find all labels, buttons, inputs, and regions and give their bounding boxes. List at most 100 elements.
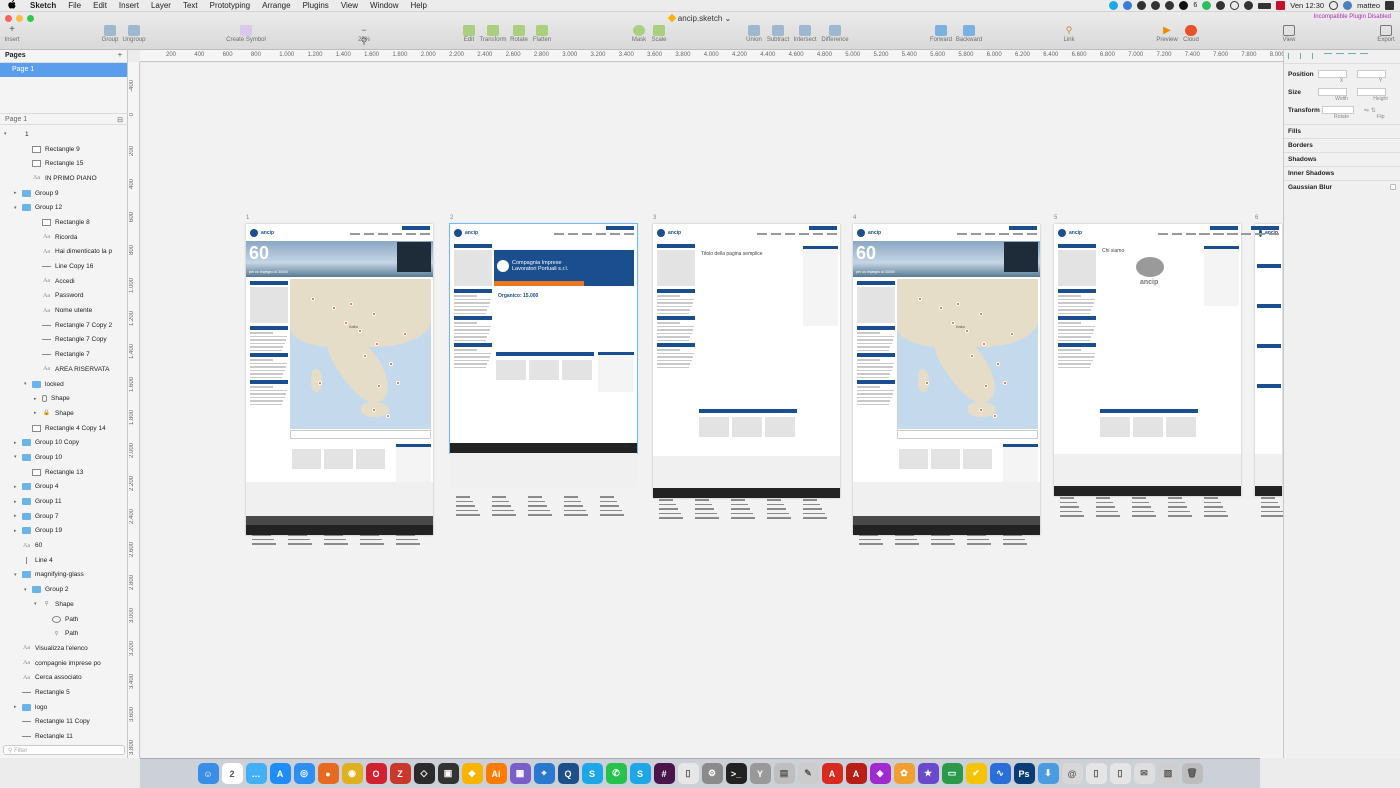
mail-stack-icon[interactable]: ✉: [1133, 763, 1155, 784]
layer-item[interactable]: ▾ 1: [0, 127, 128, 142]
downloads-icon[interactable]: ⬇: [1037, 763, 1059, 784]
layer-item[interactable]: ▸ Group 11: [0, 494, 128, 509]
docs-2-icon[interactable]: ▯: [1109, 763, 1131, 784]
artboard-page[interactable]: ancip Titolo della pagina semplice: [653, 224, 840, 519]
menu-edit[interactable]: Edit: [87, 1, 113, 10]
menu-arrange[interactable]: Arrange: [256, 1, 296, 10]
width-input[interactable]: [1318, 88, 1348, 96]
menu-help[interactable]: Help: [404, 1, 432, 10]
layer-item[interactable]: Rectangle 11: [0, 729, 128, 739]
layer-item[interactable]: Rectangle 7: [0, 347, 128, 362]
align-bottom-icon[interactable]: [1348, 53, 1356, 59]
news-card[interactable]: [1100, 417, 1130, 437]
layer-item[interactable]: ▸ 🔒 Shape: [0, 406, 128, 421]
layer-item[interactable]: Aa Nome utente: [0, 303, 128, 318]
layer-item[interactable]: Rectangle 13: [0, 465, 128, 480]
mail-icon[interactable]: @: [1061, 763, 1083, 784]
news-card[interactable]: [931, 449, 960, 469]
terminal-alt-icon[interactable]: ▣: [437, 763, 459, 784]
layer-item[interactable]: Path: [0, 612, 128, 627]
map-pin-icon[interactable]: [995, 361, 1000, 366]
news-card[interactable]: [699, 417, 729, 437]
layer-item[interactable]: ▾ ⚲ Shape: [0, 597, 128, 612]
whatsapp-icon[interactable]: ✆: [605, 763, 627, 784]
mail-status-icon[interactable]: [1216, 1, 1226, 10]
artboard-home[interactable]: ancip 60 per un impegno di 30000 Italia: [246, 224, 433, 545]
rotate-input[interactable]: [1322, 106, 1354, 114]
search-bar[interactable]: [290, 430, 431, 439]
artboard-about[interactable]: ancip Chi siamo ancip: [1054, 224, 1241, 517]
layer-item[interactable]: Rectangle 8: [0, 215, 128, 230]
map-pin-icon[interactable]: [978, 312, 983, 316]
layer-item[interactable]: Aa Ricorda: [0, 230, 128, 245]
layer-item[interactable]: ▸ Group 10 Copy: [0, 435, 128, 450]
firefox-icon[interactable]: ●: [317, 763, 339, 784]
affinity-icon[interactable]: ◈: [869, 763, 891, 784]
wifi-icon[interactable]: [1230, 1, 1240, 10]
add-page-icon[interactable]: +: [118, 52, 122, 60]
filezilla-icon[interactable]: Z: [389, 763, 411, 784]
backward-button[interactable]: Backward: [949, 25, 989, 43]
login-box[interactable]: [397, 242, 431, 272]
box-icon[interactable]: ▦: [509, 763, 531, 784]
layer-item[interactable]: ▸ Group 9: [0, 186, 128, 201]
calendar-icon[interactable]: 2: [221, 763, 243, 784]
news-card[interactable]: [356, 449, 385, 469]
menu-file[interactable]: File: [62, 1, 87, 10]
map-pin-icon[interactable]: [343, 321, 348, 325]
news-card[interactable]: [496, 360, 526, 380]
layer-item[interactable]: Rectangle 4 Copy 14: [0, 421, 128, 436]
search-bar[interactable]: [897, 430, 1038, 439]
borders-section[interactable]: Borders: [1284, 138, 1400, 152]
gear-status-icon[interactable]: [1165, 1, 1175, 10]
layer-item[interactable]: Line Copy 16: [0, 259, 128, 274]
disclosure-arrow-icon[interactable]: ▸: [14, 440, 22, 446]
disclosure-arrow-icon[interactable]: ▸: [14, 499, 22, 505]
user-avatar[interactable]: [1343, 1, 1353, 10]
layer-item[interactable]: Rectangle 7 Copy: [0, 333, 128, 348]
preview-icon[interactable]: ▯: [677, 763, 699, 784]
layer-item[interactable]: Aa Password: [0, 289, 128, 304]
news-card[interactable]: [899, 449, 928, 469]
news-card[interactable]: [292, 449, 321, 469]
map-pin-icon[interactable]: [349, 301, 354, 306]
check-status-icon[interactable]: [1151, 1, 1161, 10]
menu-insert[interactable]: Insert: [113, 1, 145, 10]
difference-button[interactable]: Difference: [815, 25, 855, 43]
notes-icon[interactable]: ▤: [773, 763, 795, 784]
layer-item[interactable]: ▸ logo: [0, 700, 128, 715]
sketch-icon[interactable]: ◆: [461, 763, 483, 784]
x-input[interactable]: [1318, 70, 1348, 78]
imovie-icon[interactable]: ★: [917, 763, 939, 784]
menu-plugins[interactable]: Plugins: [297, 1, 335, 10]
gaussian-blur-section[interactable]: Gaussian Blur: [1284, 180, 1400, 194]
disclosure-arrow-icon[interactable]: ▾: [4, 131, 12, 137]
disclosure-arrow-icon[interactable]: ▾: [24, 587, 32, 593]
menu-text[interactable]: Text: [177, 1, 204, 10]
canvas[interactable]: 1 ancip 60 per un impegno di 30000 Italia 2 an…: [141, 63, 1283, 758]
app-store-icon[interactable]: A: [269, 763, 291, 784]
artboard-home[interactable]: ancip 60 per un impegno di 30000 Italia: [853, 224, 1040, 545]
artboard-label[interactable]: 4: [853, 215, 856, 221]
map-pin-icon[interactable]: [357, 328, 362, 333]
spotlight-icon[interactable]: [1329, 1, 1339, 10]
layer-item[interactable]: ▸ Group 19: [0, 524, 128, 539]
volume-icon[interactable]: [1244, 1, 1254, 10]
disclosure-arrow-icon[interactable]: ▸: [14, 484, 22, 490]
map-pin-icon[interactable]: [388, 361, 393, 366]
map-pin-icon[interactable]: [981, 342, 986, 346]
map-pin-icon[interactable]: [371, 408, 376, 412]
dropbox-status-icon[interactable]: [1123, 1, 1133, 10]
artboard-label[interactable]: 3: [653, 215, 656, 221]
apple-icon[interactable]: [0, 0, 24, 11]
artboard-label[interactable]: 2: [450, 215, 453, 221]
map-pin-icon[interactable]: [950, 321, 955, 325]
news-card[interactable]: [529, 360, 559, 380]
news-card[interactable]: [1133, 417, 1163, 437]
maps-icon[interactable]: ⌖: [533, 763, 555, 784]
shadows-section[interactable]: Shadows: [1284, 152, 1400, 166]
create-symbol-button[interactable]: Create Symbol: [226, 25, 266, 43]
layer-item[interactable]: Rectangle 5: [0, 685, 128, 700]
map-pin-icon[interactable]: [402, 331, 407, 336]
layer-item[interactable]: Aa IN PRIMO PIANO: [0, 171, 128, 186]
